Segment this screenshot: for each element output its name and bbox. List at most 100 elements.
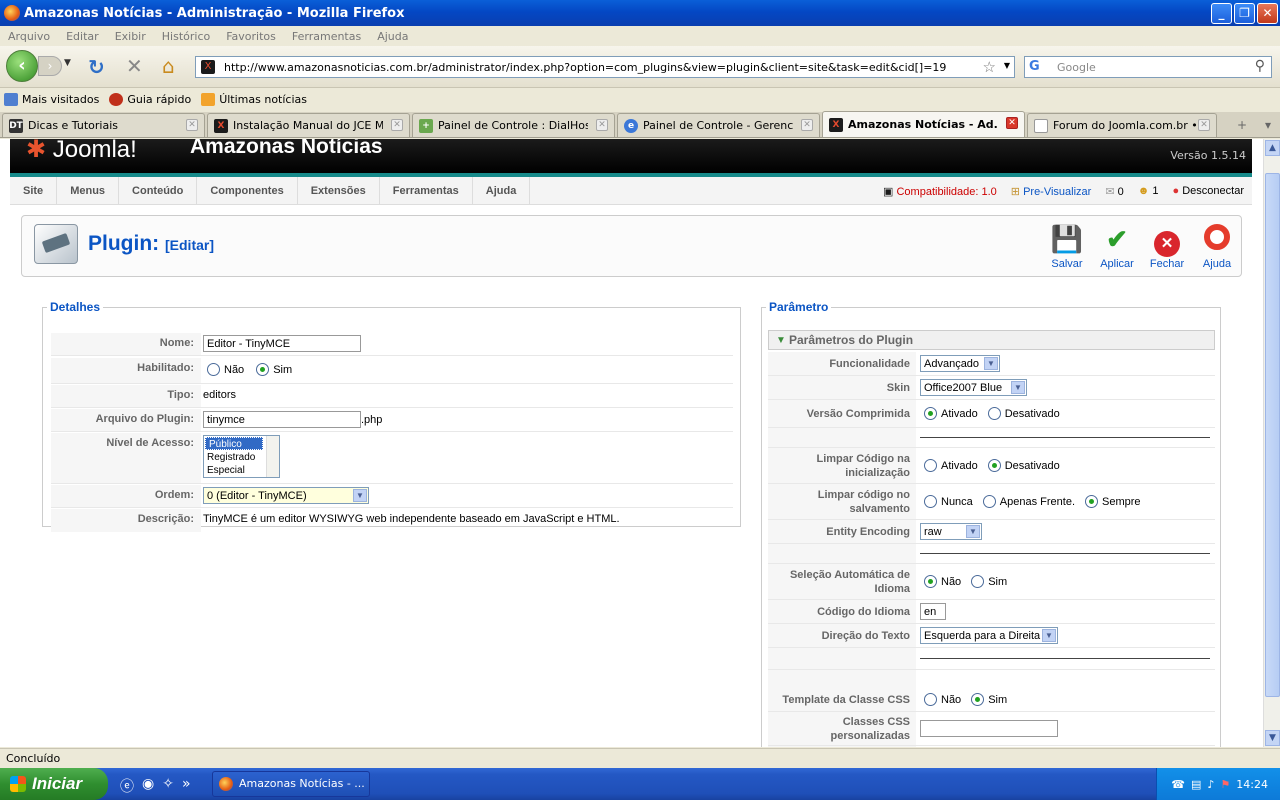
help-button[interactable]: Ajuda <box>1192 224 1242 270</box>
entity-select[interactable]: raw ▼ <box>920 523 982 540</box>
users-count[interactable]: ☻ 1 <box>1138 185 1159 197</box>
auto-lang-yes-radio[interactable] <box>971 575 985 588</box>
params-panel-header[interactable]: ▼ Parâmetros do Plugin <box>768 330 1215 350</box>
chevron-down-icon: ▼ <box>1042 629 1056 642</box>
cleanup-init-on-radio[interactable] <box>924 459 937 472</box>
taskbar-firefox-window[interactable]: Amazonas Notícias - ... <box>212 771 370 797</box>
tab-painel-dialhost[interactable]: + Painel de Controle : DialHost I... ✕ <box>412 113 615 137</box>
tab-close-icon[interactable]: ✕ <box>596 119 608 131</box>
scroll-down-icon[interactable]: ▼ <box>1265 730 1280 746</box>
bookmark-ultimas-noticias[interactable]: Últimas notícias <box>201 92 307 106</box>
tab-instalacao-jce[interactable]: X Instalação Manual do JCE Ma... ✕ <box>207 113 410 137</box>
menu-componentes[interactable]: Componentes <box>197 176 298 205</box>
messages-count[interactable]: ✉ 0 <box>1105 185 1123 198</box>
menu-ajuda[interactable]: Ajuda <box>377 30 408 43</box>
bookmark-guia-rapido[interactable]: Guia rápido <box>109 92 191 106</box>
menu-extensoes[interactable]: Extensões <box>298 176 380 205</box>
menu-favoritos[interactable]: Favoritos <box>226 30 276 43</box>
css-template-yes-radio[interactable] <box>971 693 985 706</box>
save-icon: 💾 <box>1050 224 1084 254</box>
preview-link[interactable]: ⊞ Pre-Visualizar <box>1011 185 1092 198</box>
menu-site[interactable]: Site <box>10 176 58 205</box>
menu-conteudo[interactable]: Conteúdo <box>119 176 198 205</box>
maximize-button[interactable]: ❐ <box>1234 3 1255 24</box>
ie-icon[interactable]: ⓔ <box>120 776 134 796</box>
tab-close-icon[interactable]: ✕ <box>801 119 813 131</box>
row-name: Nome: <box>51 333 733 356</box>
functionality-select[interactable]: Advançado ▼ <box>920 355 1000 372</box>
close-window-button[interactable]: ✕ <box>1257 3 1278 24</box>
quicklaunch-more-icon[interactable]: » <box>182 776 191 796</box>
forward-button[interactable]: › <box>38 56 62 76</box>
scroll-thumb[interactable] <box>1265 173 1280 697</box>
start-button[interactable]: Iniciar <box>0 768 108 800</box>
minimize-button[interactable]: _ <box>1211 3 1232 24</box>
new-tab-icon[interactable]: + <box>1237 118 1247 132</box>
compressed-on-radio[interactable] <box>924 407 937 420</box>
cleanup-save-never-radio[interactable] <box>924 495 937 508</box>
save-button[interactable]: 💾 Salvar <box>1042 224 1092 270</box>
custom-css-input[interactable] <box>920 720 1058 737</box>
search-bar[interactable]: G Google ⚲ <box>1024 56 1272 78</box>
tab-amazonas-noticias[interactable]: X Amazonas Notícias - Ad... ✕ <box>822 111 1025 137</box>
bookmark-mais-visitados[interactable]: Mais visitados <box>4 92 99 106</box>
page-scrollbar[interactable]: ▲ ▼ <box>1263 139 1280 747</box>
tab-close-icon[interactable]: ✕ <box>186 119 198 131</box>
antivirus-icon[interactable]: ⚑ <box>1220 778 1230 791</box>
text-dir-select[interactable]: Esquerda para a Direita ▼ <box>920 627 1058 644</box>
name-input[interactable] <box>203 335 361 352</box>
network-icon[interactable]: ☎ <box>1171 778 1185 791</box>
reload-icon[interactable]: ↻ <box>88 55 105 79</box>
lang-code-input[interactable] <box>920 603 946 620</box>
google-icon[interactable]: G <box>1029 59 1040 74</box>
row-enabled: Habilitado: Não Sim <box>51 358 733 384</box>
order-select[interactable]: 0 (Editor - TinyMCE) ▼ <box>203 487 369 504</box>
home-icon[interactable]: ⌂ <box>162 54 175 78</box>
menu-editar[interactable]: Editar <box>66 30 99 43</box>
menu-ferramentas-joomla[interactable]: Ferramentas <box>380 176 473 205</box>
auto-lang-no-radio[interactable] <box>924 575 937 588</box>
cleanup-save-front-radio[interactable] <box>982 495 996 508</box>
stop-icon[interactable]: ✕ <box>126 54 143 78</box>
volume-icon[interactable]: ♪ <box>1207 778 1214 791</box>
menu-menus[interactable]: Menus <box>57 176 120 205</box>
history-dropdown-icon[interactable]: ▼ <box>64 58 71 68</box>
messenger-icon[interactable]: ✧ <box>162 776 174 796</box>
file-input[interactable] <box>203 411 361 428</box>
bookmark-star-icon[interactable]: ☆ <box>983 58 996 76</box>
access-listbox[interactable]: Público Registrado Especial <box>203 435 280 478</box>
logout-link[interactable]: ● Desconectar <box>1173 185 1244 197</box>
menu-ferramentas[interactable]: Ferramentas <box>292 30 361 43</box>
tab-close-icon[interactable]: ✕ <box>1006 117 1018 129</box>
display-icon[interactable]: ▤ <box>1191 778 1201 791</box>
search-icon[interactable]: ⚲ <box>1255 58 1265 74</box>
menu-ajuda-joomla[interactable]: Ajuda <box>473 176 531 205</box>
url-dropdown-icon[interactable]: ▼ <box>1004 61 1010 70</box>
compressed-off-radio[interactable] <box>987 407 1001 420</box>
tab-close-icon[interactable]: ✕ <box>391 119 403 131</box>
tab-dicas-tutoriais[interactable]: DT Dicas e Tutoriais ✕ <box>2 113 205 137</box>
menu-exibir[interactable]: Exibir <box>115 30 146 43</box>
tab-forum-joomla[interactable]: Forum do Joomla.com.br • Po... ✕ <box>1027 113 1217 137</box>
scroll-up-icon[interactable]: ▲ <box>1265 140 1280 156</box>
apply-button[interactable]: ✔ Aplicar <box>1092 224 1142 270</box>
tab-close-icon[interactable]: ✕ <box>1198 119 1210 131</box>
enabled-yes-radio[interactable] <box>256 363 270 376</box>
firefox-icon <box>219 777 233 791</box>
cleanup-save-always-radio[interactable] <box>1085 495 1099 508</box>
back-button[interactable]: ‹ <box>6 50 38 82</box>
cleanup-init-off-radio[interactable] <box>987 459 1001 472</box>
firefox-quicklaunch-icon[interactable]: ◉ <box>142 776 154 796</box>
tab-list-icon[interactable]: ▾ <box>1265 118 1271 132</box>
close-button[interactable]: ✕ Fechar <box>1142 224 1192 270</box>
tab-painel-gerencia[interactable]: e Painel de Controle - Gerencia... ✕ <box>617 113 820 137</box>
url-bar[interactable]: X http://www.amazonasnoticias.com.br/adm… <box>195 56 1015 78</box>
skin-select[interactable]: Office2007 Blue ▼ <box>920 379 1027 396</box>
listbox-scrollbar[interactable] <box>266 436 279 477</box>
enabled-no-radio[interactable] <box>207 363 220 376</box>
menu-arquivo[interactable]: Arquivo <box>8 30 50 43</box>
row-description: Descrição: TinyMCE é um editor WYSIWYG w… <box>51 509 733 532</box>
access-option-publico[interactable]: Público <box>205 437 263 450</box>
menu-historico[interactable]: Histórico <box>162 30 210 43</box>
css-template-no-radio[interactable] <box>924 693 937 706</box>
